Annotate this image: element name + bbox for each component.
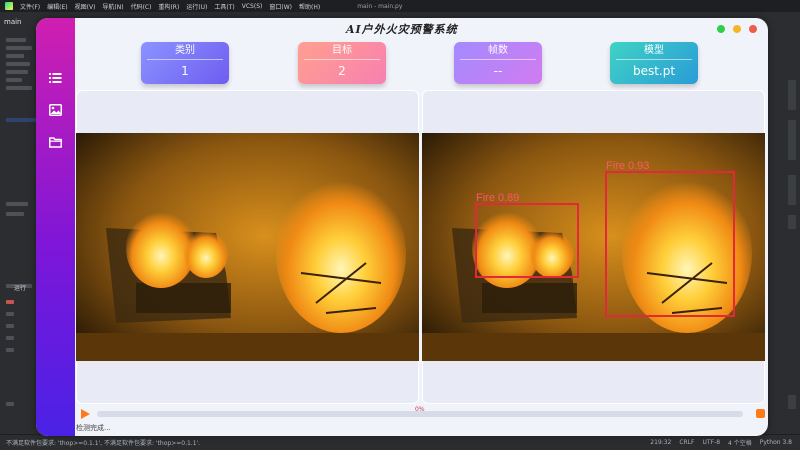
menu-run[interactable]: 运行(U)	[186, 2, 207, 11]
list-icon[interactable]	[47, 70, 63, 86]
right-tool-tab[interactable]	[788, 80, 796, 110]
category-card-label: 类别	[147, 42, 223, 60]
run-stop-icon[interactable]	[6, 300, 14, 304]
right-tool-tab[interactable]	[788, 215, 796, 229]
cursor-position[interactable]: 219:32	[650, 439, 671, 446]
run-tool-icon[interactable]	[6, 348, 14, 352]
menu-code[interactable]: 代码(C)	[131, 2, 152, 11]
category-card-value: 1	[181, 64, 189, 78]
menu-view[interactable]: 视图(V)	[75, 2, 96, 11]
minimize-button[interactable]	[733, 25, 741, 33]
frames-card: 帧数 --	[454, 42, 542, 84]
line-ending[interactable]: CRLF	[679, 439, 694, 446]
tree-row[interactable]	[6, 70, 28, 74]
right-tool-tab[interactable]	[788, 395, 796, 409]
folder-icon[interactable]	[47, 134, 63, 150]
model-card-value: best.pt	[632, 64, 676, 78]
target-card: 目标 2	[298, 42, 386, 84]
tree-row[interactable]	[6, 202, 28, 206]
tree-row[interactable]	[6, 46, 32, 50]
right-tool-tab[interactable]	[788, 175, 796, 205]
status-text: 检测完成...	[76, 424, 111, 432]
category-card: 类别 1	[141, 42, 229, 84]
ide-status-bar: 不满足软件包要求: 'thop>=0.1.1', 不满足软件包要求: 'thop…	[0, 434, 800, 450]
menu-edit[interactable]: 编辑(E)	[47, 2, 67, 11]
tree-row[interactable]	[6, 86, 32, 90]
menu-refactor[interactable]: 重构(R)	[158, 2, 179, 11]
python-interpreter[interactable]: Python 3.8	[760, 439, 792, 446]
menu-window[interactable]: 窗口(W)	[269, 2, 292, 11]
fire-detection-box-2	[605, 171, 735, 317]
fire-detection-label-1: Fire 0.89	[476, 192, 520, 204]
fire-detection-box-1	[475, 203, 579, 278]
tree-row[interactable]	[6, 62, 30, 66]
tree-row[interactable]	[6, 78, 22, 82]
progress-percent: 0%	[415, 406, 425, 413]
original-image	[76, 133, 419, 361]
menu-help[interactable]: 帮助(H)	[299, 2, 320, 11]
right-tool-tab[interactable]	[788, 120, 796, 160]
tree-row-selected[interactable]	[6, 118, 36, 122]
frames-card-value: --	[493, 64, 503, 78]
project-tab[interactable]: main	[4, 18, 22, 26]
indent-setting[interactable]: 4 个空格	[728, 438, 752, 447]
run-tool-icon[interactable]	[6, 324, 14, 328]
close-button[interactable]	[749, 25, 757, 33]
maximize-button[interactable]	[717, 25, 725, 33]
menu-navigate[interactable]: 导航(N)	[102, 2, 123, 11]
app-title: AI户外火灾预警系统	[346, 23, 458, 36]
image-icon[interactable]	[47, 102, 63, 118]
file-encoding[interactable]: UTF-8	[703, 439, 721, 446]
editor-title: main - main.py	[357, 2, 403, 10]
run-tool-icon[interactable]	[6, 336, 14, 340]
run-tool-icon[interactable]	[6, 312, 14, 316]
menu-vcs[interactable]: VCS(S)	[242, 3, 263, 10]
stop-icon[interactable]	[756, 409, 765, 418]
fire-warning-app-window: AI户外火灾预警系统 类别 1 目标 2 帧数 -- 模型 best.pt Fi…	[36, 18, 768, 436]
status-message[interactable]: 不满足软件包要求: 'thop>=0.1.1', 不满足软件包要求: 'thop…	[6, 438, 650, 447]
playback-controls: 0%	[75, 406, 768, 421]
play-icon[interactable]	[81, 409, 90, 419]
ide-project-tree	[0, 32, 38, 434]
tree-row[interactable]	[6, 54, 24, 58]
target-card-value: 2	[338, 64, 346, 78]
fire-detection-label-2: Fire 0.93	[606, 160, 650, 172]
model-card-label: 模型	[616, 42, 692, 60]
app-sidebar	[36, 18, 75, 436]
tree-row[interactable]	[6, 212, 24, 216]
frames-card-label: 帧数	[460, 42, 536, 60]
tree-row[interactable]	[6, 38, 26, 42]
model-card: 模型 best.pt	[610, 42, 698, 84]
run-panel-label: 运行	[14, 285, 27, 292]
menu-file[interactable]: 文件(F)	[20, 2, 40, 11]
ide-logo	[5, 2, 13, 10]
detection-image: Fire 0.89 Fire 0.93	[422, 133, 765, 361]
menu-tools[interactable]: 工具(T)	[214, 2, 234, 11]
target-card-label: 目标	[304, 42, 380, 60]
ide-menubar: 文件(F) 编辑(E) 视图(V) 导航(N) 代码(C) 重构(R) 运行(U…	[0, 0, 800, 12]
run-tool-icon[interactable]	[6, 402, 14, 406]
